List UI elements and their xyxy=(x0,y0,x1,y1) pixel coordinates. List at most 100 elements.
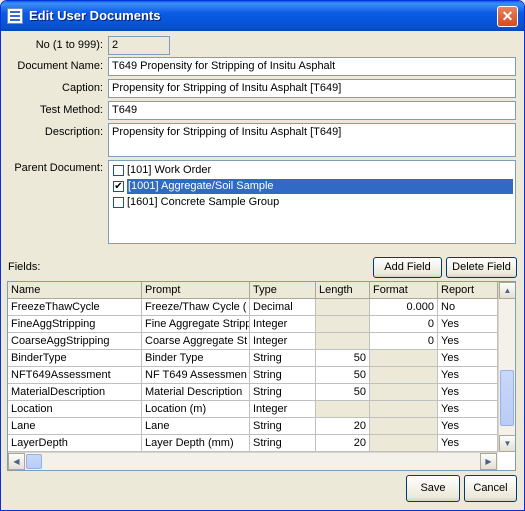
cell-length[interactable]: 20 xyxy=(316,435,370,452)
vertical-scrollbar[interactable]: ▲ ▼ xyxy=(498,282,515,452)
cell-format[interactable] xyxy=(370,418,438,435)
parent-item-label: [1601] Concrete Sample Group xyxy=(127,196,280,208)
cell-name[interactable]: MaterialDescription xyxy=(8,384,142,401)
cell-length[interactable]: 20 xyxy=(316,418,370,435)
cell-type[interactable]: String xyxy=(250,435,316,452)
cell-prompt[interactable]: Coarse Aggregate St xyxy=(142,333,250,350)
parent-item-concrete-sample-group[interactable]: [1601] Concrete Sample Group xyxy=(111,195,513,210)
horizontal-scrollbar[interactable]: ◀ ▶ xyxy=(8,452,498,470)
cell-report[interactable]: Yes xyxy=(438,418,498,435)
cell-report[interactable]: Yes xyxy=(438,333,498,350)
cell-format[interactable]: 0.000 xyxy=(370,299,438,316)
cell-length[interactable] xyxy=(316,401,370,418)
delete-field-button[interactable]: Delete Field xyxy=(446,257,517,278)
fields-grid[interactable]: Name Prompt Type Length Format Report Fr… xyxy=(7,281,516,471)
cell-format[interactable] xyxy=(370,401,438,418)
close-button[interactable]: ✕ xyxy=(497,6,518,27)
cell-type[interactable]: Integer xyxy=(250,401,316,418)
cell-type[interactable]: String xyxy=(250,367,316,384)
checkbox[interactable] xyxy=(113,197,124,208)
cell-report[interactable]: Yes xyxy=(438,350,498,367)
column-header-report[interactable]: Report xyxy=(438,282,498,299)
cell-prompt[interactable]: Lane xyxy=(142,418,250,435)
cell-format[interactable] xyxy=(370,384,438,401)
cell-report[interactable]: Yes xyxy=(438,367,498,384)
scroll-up-icon[interactable]: ▲ xyxy=(499,282,515,299)
fields-label: Fields: xyxy=(8,261,41,273)
cell-type[interactable]: Decimal xyxy=(250,299,316,316)
cell-report[interactable]: Yes xyxy=(438,401,498,418)
column-header-length[interactable]: Length xyxy=(316,282,370,299)
cell-name[interactable]: FreezeThawCycle xyxy=(8,299,142,316)
cell-length[interactable]: 50 xyxy=(316,367,370,384)
document-icon xyxy=(7,8,23,24)
cell-report[interactable]: Yes xyxy=(438,435,498,452)
cell-length[interactable] xyxy=(316,299,370,316)
cell-type[interactable]: String xyxy=(250,418,316,435)
save-button[interactable]: Save xyxy=(406,475,460,502)
cell-format[interactable] xyxy=(370,367,438,384)
cell-format[interactable]: 0 xyxy=(370,316,438,333)
cell-length[interactable] xyxy=(316,316,370,333)
cell-prompt[interactable]: Fine Aggregate Stripp xyxy=(142,316,250,333)
cell-prompt[interactable]: Material Description xyxy=(142,384,250,401)
vertical-scroll-thumb[interactable] xyxy=(500,370,514,426)
cell-report[interactable]: Yes xyxy=(438,316,498,333)
column-header-name[interactable]: Name xyxy=(8,282,142,299)
column-header-prompt[interactable]: Prompt xyxy=(142,282,250,299)
close-icon: ✕ xyxy=(501,8,514,24)
window-title: Edit User Documents xyxy=(29,8,161,23)
cell-name[interactable]: BinderType xyxy=(8,350,142,367)
no-label: No (1 to 999): xyxy=(35,39,103,51)
scroll-right-icon[interactable]: ▶ xyxy=(480,453,497,470)
column-header-type[interactable]: Type xyxy=(250,282,316,299)
cell-prompt[interactable]: NF T649 Assessmen xyxy=(142,367,250,384)
add-field-button[interactable]: Add Field xyxy=(373,257,442,278)
parent-item-label: [1001] Aggregate/Soil Sample xyxy=(127,179,513,194)
cell-format[interactable] xyxy=(370,435,438,452)
parent-item-work-order[interactable]: [101] Work Order xyxy=(111,163,513,178)
title-bar[interactable]: Edit User Documents ✕ xyxy=(1,1,524,31)
cell-type[interactable]: Integer xyxy=(250,316,316,333)
cell-name[interactable]: CoarseAggStripping xyxy=(8,333,142,350)
cell-prompt[interactable]: Freeze/Thaw Cycle ( xyxy=(142,299,250,316)
cell-format[interactable]: 0 xyxy=(370,333,438,350)
cell-prompt[interactable]: Location (m) xyxy=(142,401,250,418)
cell-name[interactable]: Lane xyxy=(8,418,142,435)
cell-report[interactable]: No xyxy=(438,299,498,316)
cancel-button[interactable]: Cancel xyxy=(464,475,517,502)
cell-prompt[interactable]: Binder Type xyxy=(142,350,250,367)
caption-label: Caption: xyxy=(62,82,103,94)
no-field: 2 xyxy=(108,36,170,55)
horizontal-scroll-thumb[interactable] xyxy=(26,454,42,469)
parent-item-label: [101] Work Order xyxy=(127,164,212,176)
test-method-label: Test Method: xyxy=(40,104,103,116)
caption-input[interactable]: Propensity for Stripping of Insitu Aspha… xyxy=(108,79,516,98)
cell-name[interactable]: Location xyxy=(8,401,142,418)
checkbox-checked[interactable]: ✔ xyxy=(113,181,124,192)
parent-item-aggregate-soil-sample[interactable]: ✔ [1001] Aggregate/Soil Sample xyxy=(111,179,513,194)
cell-prompt[interactable]: Layer Depth (mm) xyxy=(142,435,250,452)
cell-name[interactable]: FineAggStripping xyxy=(8,316,142,333)
parent-document-list[interactable]: [101] Work Order ✔ [1001] Aggregate/Soil… xyxy=(108,160,516,244)
cell-type[interactable]: Integer xyxy=(250,333,316,350)
column-header-format[interactable]: Format xyxy=(370,282,438,299)
document-name-label: Document Name: xyxy=(17,60,103,72)
cell-type[interactable]: String xyxy=(250,384,316,401)
scroll-left-icon[interactable]: ◀ xyxy=(8,453,25,470)
description-textarea[interactable]: Propensity for Stripping of Insitu Aspha… xyxy=(108,123,516,157)
test-method-input[interactable]: T649 xyxy=(108,101,516,120)
parent-document-label: Parent Document: xyxy=(14,162,103,174)
description-label: Description: xyxy=(44,126,103,138)
cell-length[interactable]: 50 xyxy=(316,384,370,401)
cell-format[interactable] xyxy=(370,350,438,367)
document-name-input[interactable]: T649 Propensity for Stripping of Insitu … xyxy=(108,57,516,76)
cell-name[interactable]: LayerDepth xyxy=(8,435,142,452)
cell-type[interactable]: String xyxy=(250,350,316,367)
cell-report[interactable]: Yes xyxy=(438,384,498,401)
cell-name[interactable]: NFT649Assessment xyxy=(8,367,142,384)
cell-length[interactable]: 50 xyxy=(316,350,370,367)
cell-length[interactable] xyxy=(316,333,370,350)
checkbox[interactable] xyxy=(113,165,124,176)
scroll-down-icon[interactable]: ▼ xyxy=(499,435,515,452)
